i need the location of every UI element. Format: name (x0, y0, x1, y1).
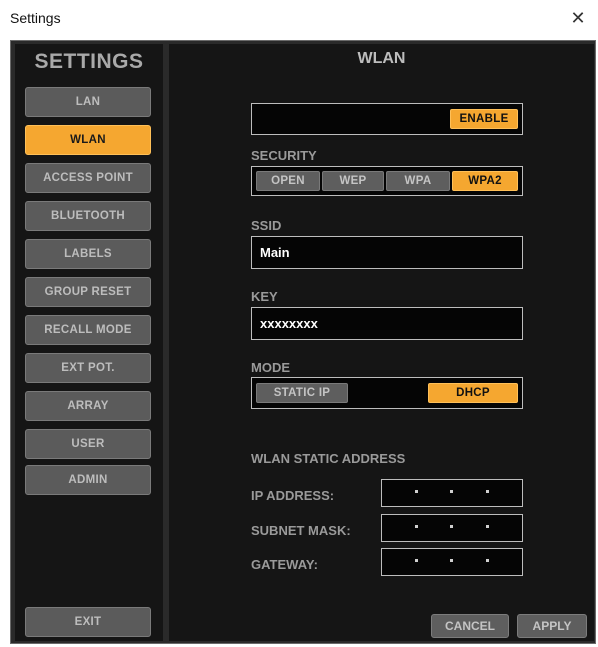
ssid-input[interactable]: Main (251, 236, 523, 269)
sidebar-item-lan[interactable]: LAN (25, 87, 151, 117)
title-bar: Settings ✕ (0, 0, 598, 40)
ip-separator-dot (486, 559, 489, 562)
ip-separator-dot (450, 525, 453, 528)
sidebar-item-ext-pot[interactable]: EXT POT. (25, 353, 151, 383)
ip-separator-dot (415, 525, 418, 528)
cancel-button[interactable]: CANCEL (431, 614, 509, 638)
sidebar-item-bluetooth[interactable]: BLUETOOTH (25, 201, 151, 231)
ssid-value: Main (260, 245, 290, 260)
apply-button[interactable]: APPLY (517, 614, 587, 638)
security-option-wpa2[interactable]: WPA2 (452, 171, 518, 191)
settings-window: SETTINGS LAN WLAN ACCESS POINT BLUETOOTH… (10, 40, 596, 644)
subnet-mask-input[interactable] (381, 514, 523, 542)
mode-selector: STATIC IP DHCP (251, 377, 523, 409)
ip-address-label: IP ADDRESS: (251, 488, 335, 503)
ip-separator-dot (486, 490, 489, 493)
sidebar: SETTINGS LAN WLAN ACCESS POINT BLUETOOTH… (15, 44, 163, 641)
ip-separator-dot (450, 559, 453, 562)
enable-row: ENABLE (251, 103, 523, 135)
security-option-wep[interactable]: WEP (322, 171, 384, 191)
ip-address-input[interactable] (381, 479, 523, 507)
gateway-input[interactable] (381, 548, 523, 576)
sidebar-item-labels[interactable]: LABELS (25, 239, 151, 269)
security-selector: OPEN WEP WPA WPA2 (251, 166, 523, 196)
mode-option-dhcp[interactable]: DHCP (428, 383, 518, 403)
close-icon[interactable]: ✕ (568, 8, 588, 28)
ip-separator-dot (486, 525, 489, 528)
key-value: xxxxxxxx (260, 316, 318, 331)
gateway-label: GATEWAY: (251, 557, 318, 572)
window-title: Settings (10, 10, 61, 26)
security-option-wpa[interactable]: WPA (386, 171, 450, 191)
sidebar-item-user[interactable]: USER (25, 429, 151, 459)
sidebar-item-array[interactable]: ARRAY (25, 391, 151, 421)
security-option-open[interactable]: OPEN (256, 171, 320, 191)
ip-separator-dot (415, 490, 418, 493)
sidebar-item-wlan[interactable]: WLAN (25, 125, 151, 155)
subnet-mask-label: SUBNET MASK: (251, 523, 351, 538)
sidebar-item-access-point[interactable]: ACCESS POINT (25, 163, 151, 193)
sidebar-item-recall-mode[interactable]: RECALL MODE (25, 315, 151, 345)
ip-separator-dot (450, 490, 453, 493)
mode-option-static-ip[interactable]: STATIC IP (256, 383, 348, 403)
ssid-label: SSID (251, 218, 282, 233)
mode-label: MODE (251, 360, 290, 375)
static-address-title: WLAN STATIC ADDRESS (251, 451, 406, 466)
sidebar-item-group-reset[interactable]: GROUP RESET (25, 277, 151, 307)
enable-toggle[interactable]: ENABLE (450, 109, 518, 129)
security-label: SECURITY (251, 148, 317, 163)
exit-button[interactable]: EXIT (25, 607, 151, 637)
key-label: KEY (251, 289, 278, 304)
key-input[interactable]: xxxxxxxx (251, 307, 523, 340)
ip-separator-dot (415, 559, 418, 562)
main-panel: WLAN ENABLE SECURITY OPEN WEP WPA WPA2 S… (169, 44, 594, 641)
sidebar-header: SETTINGS (34, 50, 144, 73)
sidebar-item-admin[interactable]: ADMIN (25, 465, 151, 495)
page-title: WLAN (357, 50, 406, 67)
